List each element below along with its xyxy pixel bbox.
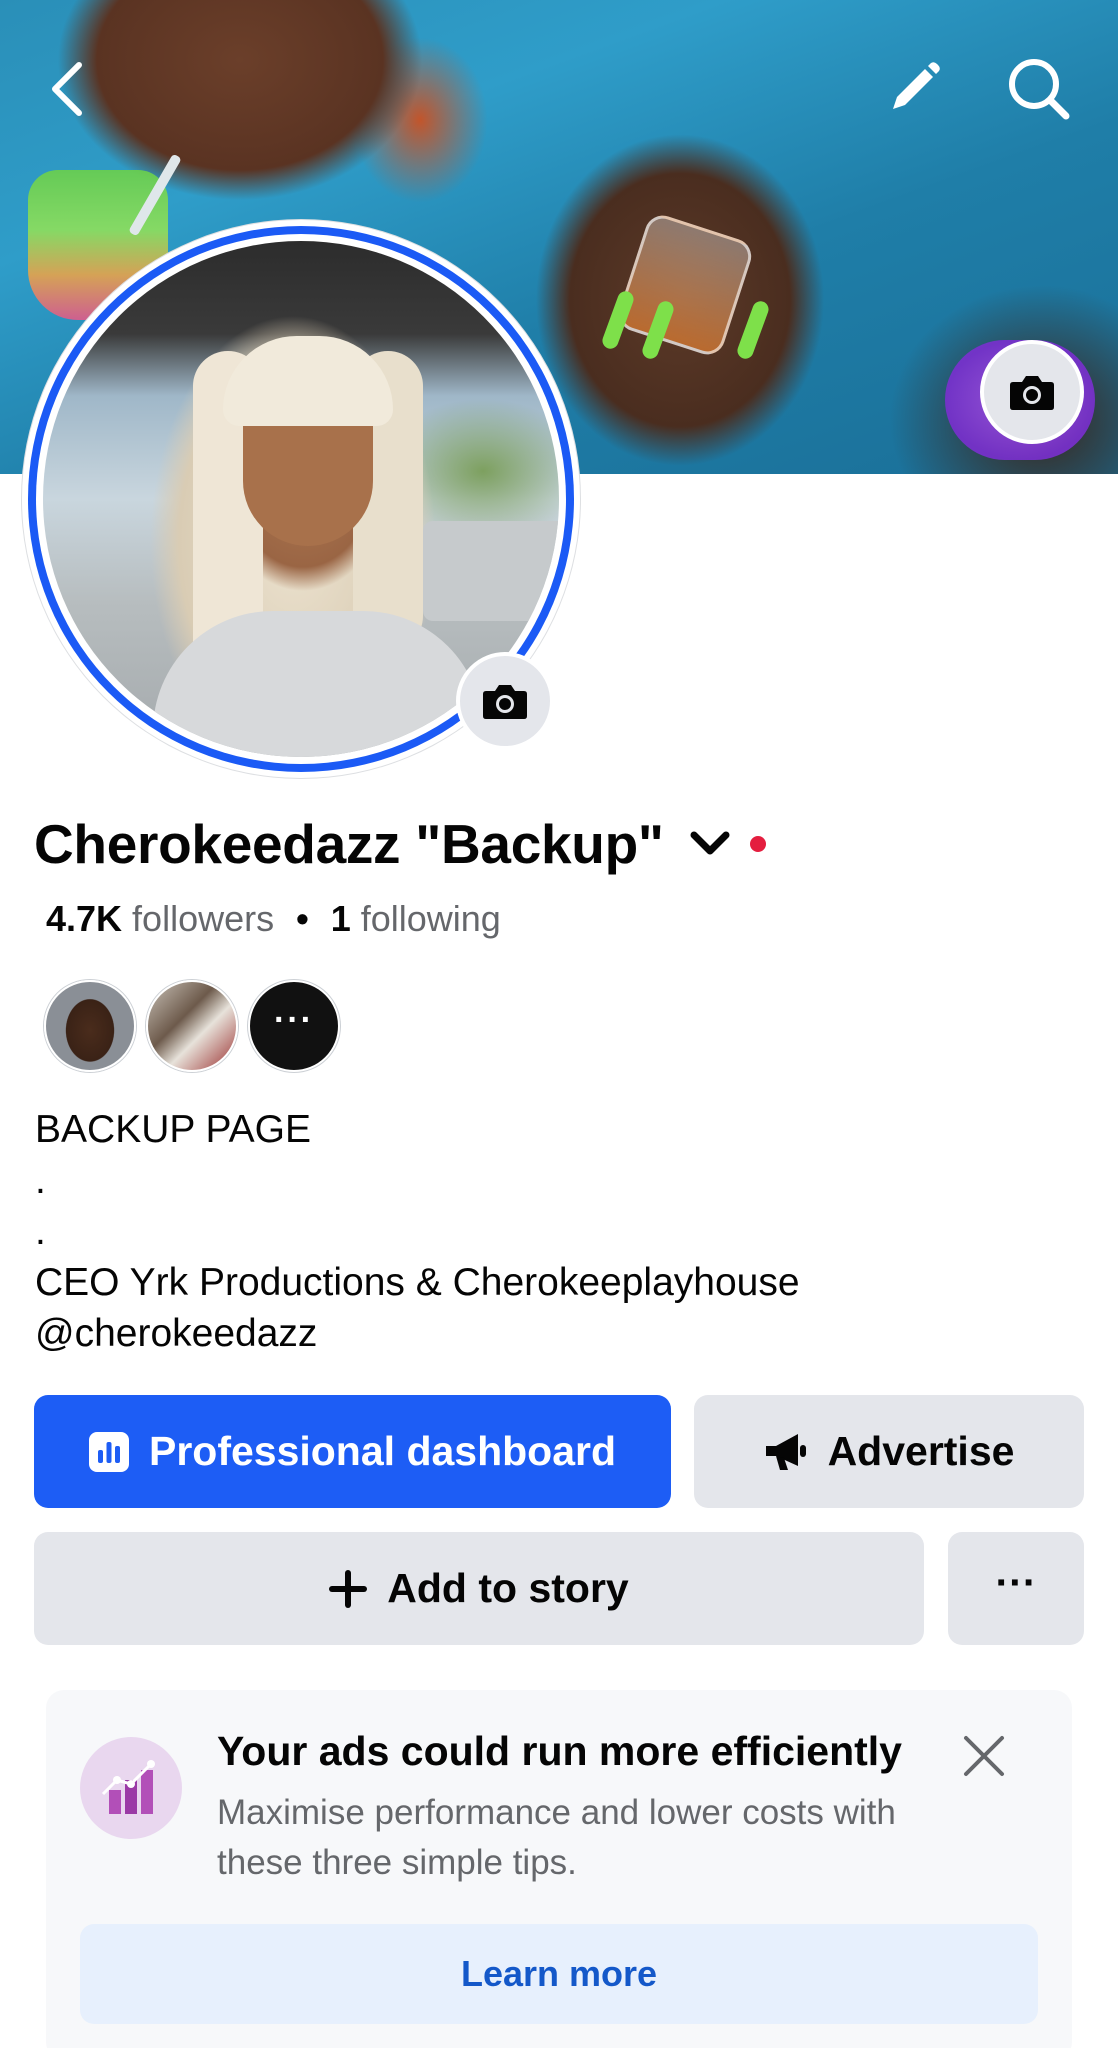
- bar-chart-icon: [88, 1431, 129, 1472]
- cover-nail-graphic: [735, 299, 771, 361]
- search-button[interactable]: [1002, 52, 1076, 126]
- more-followers-button[interactable]: ···: [248, 980, 340, 1072]
- more-icon: ···: [995, 1559, 1037, 1605]
- follower-avatar[interactable]: [146, 980, 238, 1072]
- plus-icon: [329, 1569, 368, 1608]
- status-dot: [749, 836, 766, 852]
- followers-label[interactable]: followers: [132, 898, 274, 940]
- ads-insights-icon: [80, 1737, 182, 1839]
- professional-dashboard-button[interactable]: Professional dashboard: [34, 1395, 671, 1508]
- close-icon[interactable]: [956, 1728, 1012, 1784]
- profile-camera-button[interactable]: [456, 652, 554, 750]
- professional-dashboard-label: Professional dashboard: [148, 1428, 617, 1474]
- add-to-story-button[interactable]: Add to story: [34, 1532, 924, 1645]
- add-to-story-label: Add to story: [387, 1565, 629, 1611]
- profile-name: Cherokeedazz "Backup": [34, 813, 664, 875]
- following-label[interactable]: following: [361, 898, 501, 940]
- camera-icon: [483, 685, 527, 719]
- chevron-down-icon[interactable]: [686, 820, 734, 868]
- ads-tip-text: Maximise performance and lower costs wit…: [217, 1793, 896, 1882]
- megaphone-icon: [764, 1432, 808, 1472]
- follower-avatar[interactable]: [44, 980, 136, 1072]
- advertise-button[interactable]: Advertise: [694, 1395, 1084, 1508]
- more-options-button[interactable]: ···: [948, 1532, 1084, 1645]
- pencil-icon: [893, 62, 940, 109]
- edit-cover-button[interactable]: [876, 52, 950, 126]
- learn-more-button[interactable]: Learn more: [80, 1924, 1038, 2024]
- stats-separator: •: [296, 898, 309, 939]
- profile-bio: BACKUP PAGE . . CEO Yrk Productions & Ch…: [35, 1108, 800, 1355]
- ads-tip-title: Your ads could run more efficiently: [217, 1728, 902, 1774]
- chevron-left-icon: [52, 62, 82, 116]
- ads-tip-card: Your ads could run more efficiently Maxi…: [46, 1690, 1072, 2048]
- search-icon: [1009, 59, 1070, 120]
- cover-shot-glass-graphic: [614, 210, 756, 360]
- camera-icon: [1010, 376, 1054, 410]
- follower-avatars: ···: [44, 980, 350, 1072]
- more-icon: ···: [274, 1000, 314, 1039]
- follow-stats: 4.7K followers • 1 following: [46, 898, 501, 940]
- following-count: 1: [330, 898, 351, 939]
- cover-camera-button[interactable]: [980, 340, 1084, 444]
- advertise-label: Advertise: [827, 1428, 1015, 1474]
- back-button[interactable]: [30, 52, 104, 126]
- followers-count: 4.7K: [46, 898, 123, 939]
- profile-name-row[interactable]: Cherokeedazz "Backup": [34, 812, 766, 876]
